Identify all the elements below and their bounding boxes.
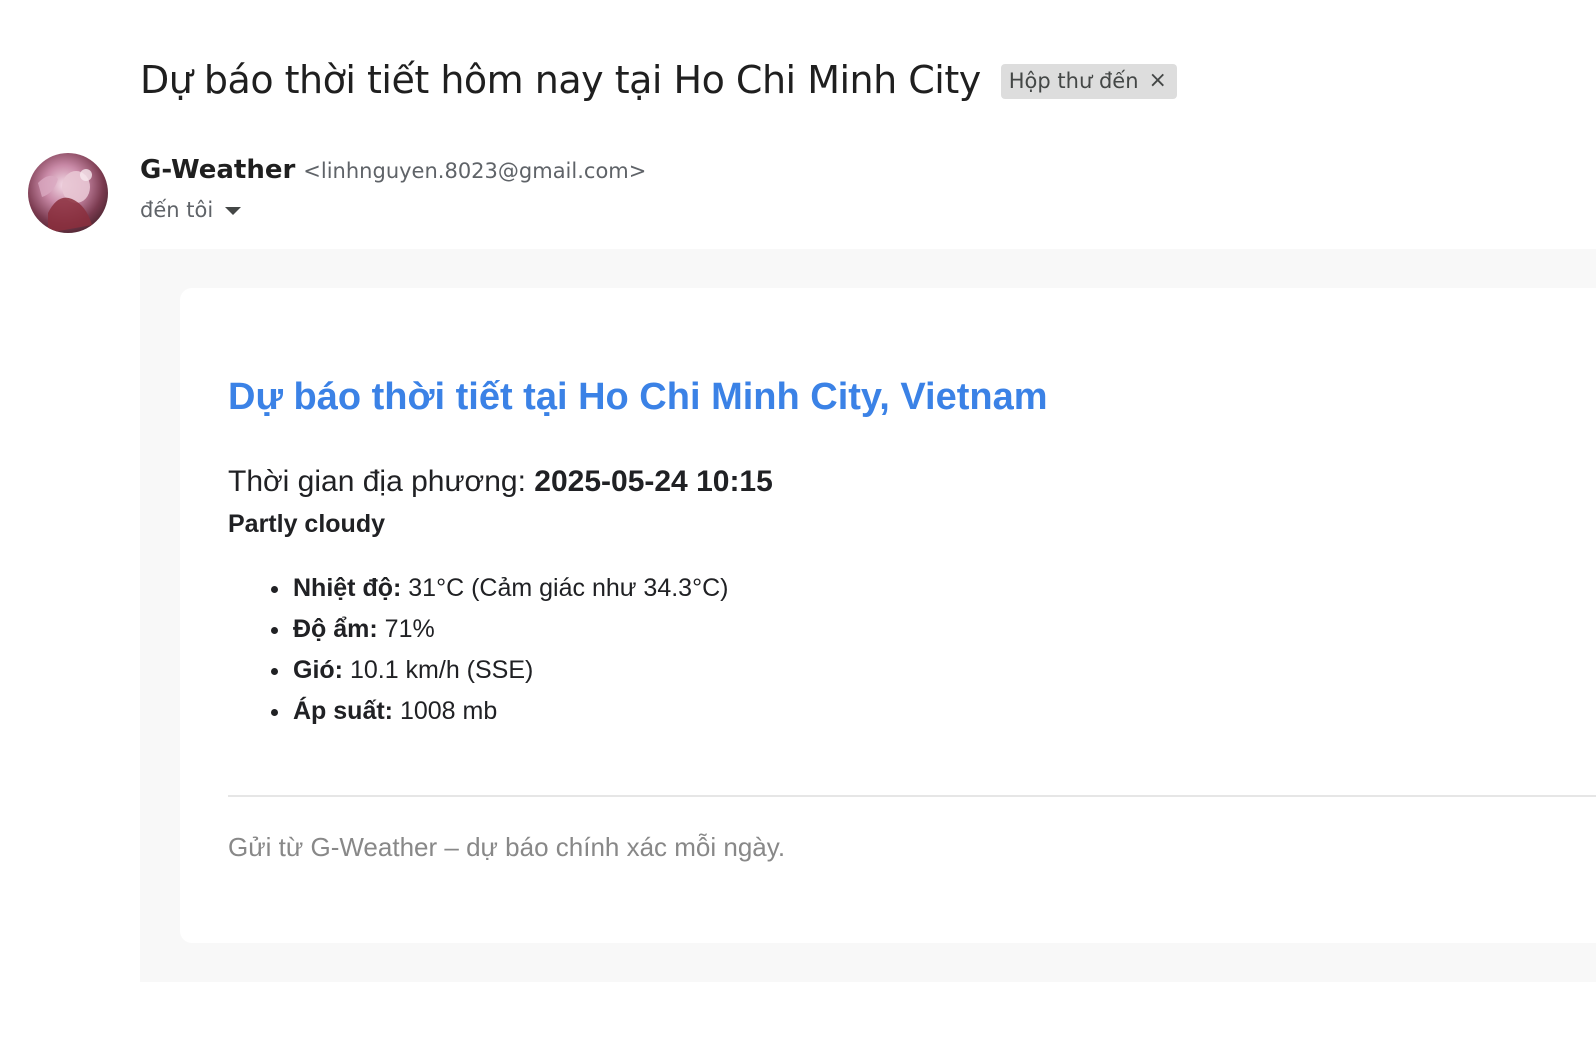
local-time: Thời gian địa phương: 2025-05-24 10:15 bbox=[228, 465, 773, 499]
weather-condition: Partly cloudy bbox=[228, 510, 385, 538]
stat-label: Áp suất: bbox=[293, 697, 393, 725]
stat-value: 71% bbox=[377, 615, 435, 643]
weather-title: Dự báo thời tiết tại Ho Chi Minh City, V… bbox=[228, 376, 1048, 418]
sender-name[interactable]: G-Weather bbox=[140, 155, 295, 185]
footer-note: Gửi từ G-Weather – dự báo chính xác mỗi … bbox=[228, 832, 786, 862]
stat-wind: Gió: 10.1 km/h (SSE) bbox=[270, 656, 728, 697]
email-view: Dự báo thời tiết hôm nay tại Ho Chi Minh… bbox=[0, 0, 1596, 1057]
weather-stats-list: Nhiệt độ: 31°C (Cảm giác như 34.3°C) Độ … bbox=[270, 574, 729, 738]
stat-temperature: Nhiệt độ: 31°C (Cảm giác như 34.3°C) bbox=[270, 574, 729, 615]
inbox-label-chip[interactable]: Hộp thư đến × bbox=[1000, 63, 1177, 99]
recipient-text: đến tôi bbox=[140, 198, 214, 222]
email-subject: Dự báo thời tiết hôm nay tại Ho Chi Minh… bbox=[140, 58, 981, 102]
chevron-down-icon[interactable] bbox=[225, 207, 242, 215]
recipient-details-toggle[interactable]: đến tôi bbox=[140, 198, 242, 222]
stat-pressure: Áp suất: 1008 mb bbox=[270, 697, 728, 738]
stat-label: Gió: bbox=[293, 656, 343, 684]
inbox-label-text: Hộp thư đến bbox=[1008, 69, 1139, 93]
sender-line: G-Weather <linhnguyen.8023@gmail.com> bbox=[140, 155, 646, 185]
email-body: Dự báo thời tiết tại Ho Chi Minh City, V… bbox=[140, 249, 1596, 982]
close-icon[interactable]: × bbox=[1149, 70, 1167, 92]
subject-row: Dự báo thời tiết hôm nay tại Ho Chi Minh… bbox=[140, 58, 1177, 102]
avatar-image bbox=[28, 153, 108, 233]
stat-value: 10.1 km/h (SSE) bbox=[343, 656, 534, 684]
stat-value: 31°C (Cảm giác như 34.3°C) bbox=[401, 574, 729, 602]
sender-email: <linhnguyen.8023@gmail.com> bbox=[303, 159, 647, 183]
divider bbox=[228, 795, 1596, 797]
avatar[interactable] bbox=[28, 153, 108, 233]
stat-label: Nhiệt độ: bbox=[293, 574, 402, 602]
local-time-value: 2025-05-24 10:15 bbox=[534, 465, 773, 498]
stat-humidity: Độ ẩm: 71% bbox=[270, 615, 728, 656]
weather-card: Dự báo thời tiết tại Ho Chi Minh City, V… bbox=[180, 288, 1596, 943]
stat-label: Độ ẩm: bbox=[293, 615, 378, 643]
local-time-label: Thời gian địa phương: bbox=[228, 465, 535, 498]
stat-value: 1008 mb bbox=[393, 697, 498, 725]
